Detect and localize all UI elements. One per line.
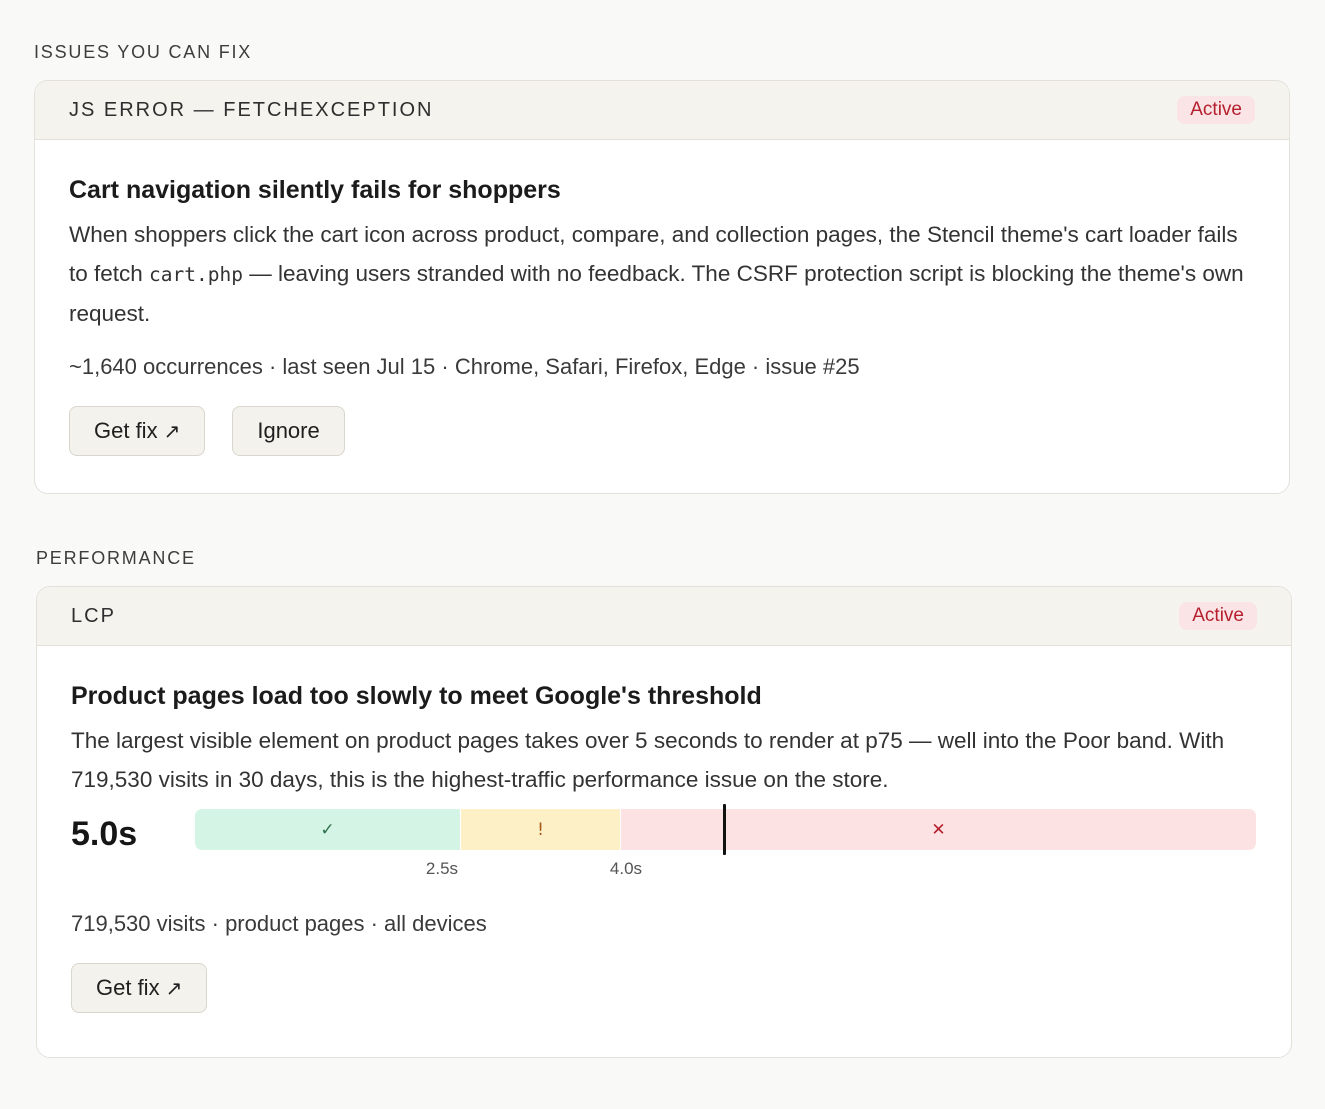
card-header: JS ERROR — FETCHEXCEPTION Active [35,81,1289,140]
issue-description-text-continued: — leaving users stranded with no feedbac… [69,261,1244,326]
section-label-issues: ISSUES YOU CAN FIX [34,42,253,62]
issue-actions: Get fix ↗ [71,963,1257,1013]
get-fix-label: Get fix [94,418,158,443]
external-arrow-icon: ↗ [163,419,181,443]
issue-meta: 719,530 visits · product pages · all dev… [71,911,487,936]
issue-description: When shoppers click the cart icon across… [69,215,1255,333]
card-body: Product pages load too slowly to meet Go… [37,646,1291,1013]
issue-meta: ~1,640 occurrences · last seen Jul 15 · … [69,354,860,379]
check-icon: ✓ [320,819,335,840]
issue-title: Cart navigation silently fails for shopp… [69,176,561,204]
section-label-performance: PERFORMANCE [36,548,196,568]
lcp-card: LCP Active Product pages load too slowly… [36,586,1292,1058]
metric-type-label: LCP [71,604,116,627]
issue-actions: Get fix ↗ Ignore [69,406,1255,456]
ignore-button[interactable]: Ignore [232,406,345,456]
issue-type-label: JS ERROR — FETCHEXCEPTION [69,98,434,121]
gauge-segment-good: ✓ [195,809,460,850]
tick-label-poor-threshold: 4.0s [609,859,643,878]
card-body: Cart navigation silently fails for shopp… [35,140,1289,456]
lcp-gauge: 5.0s ✓ ! ✕ 2.5s 4.0s [71,804,1257,909]
warning-icon: ! [537,819,544,840]
issue-title: Product pages load too slowly to meet Go… [71,682,762,710]
tick-label-good-threshold: 2.5s [425,859,459,878]
gauge-segment-needs-improvement: ! [460,809,620,850]
status-badge: Active [1179,602,1257,630]
code-file-name: cart.php [149,263,243,286]
lcp-value: 5.0s [71,815,138,853]
issue-description: The largest visible element on product p… [71,728,1225,792]
status-badge: Active [1177,96,1255,124]
cross-icon: ✕ [931,819,946,840]
external-arrow-icon: ↗ [165,976,183,1000]
card-header: LCP Active [37,587,1291,646]
issues-page: ISSUES YOU CAN FIX JS ERROR — FETCHEXCEP… [0,0,1325,1109]
get-fix-button[interactable]: Get fix ↗ [71,963,208,1013]
ignore-label: Ignore [257,418,320,443]
gauge-value-marker [723,804,726,855]
gauge-segment-poor: ✕ [620,809,1256,850]
get-fix-label: Get fix [96,975,160,1000]
get-fix-button[interactable]: Get fix ↗ [69,406,206,456]
js-error-card: JS ERROR — FETCHEXCEPTION Active Cart na… [34,80,1290,494]
